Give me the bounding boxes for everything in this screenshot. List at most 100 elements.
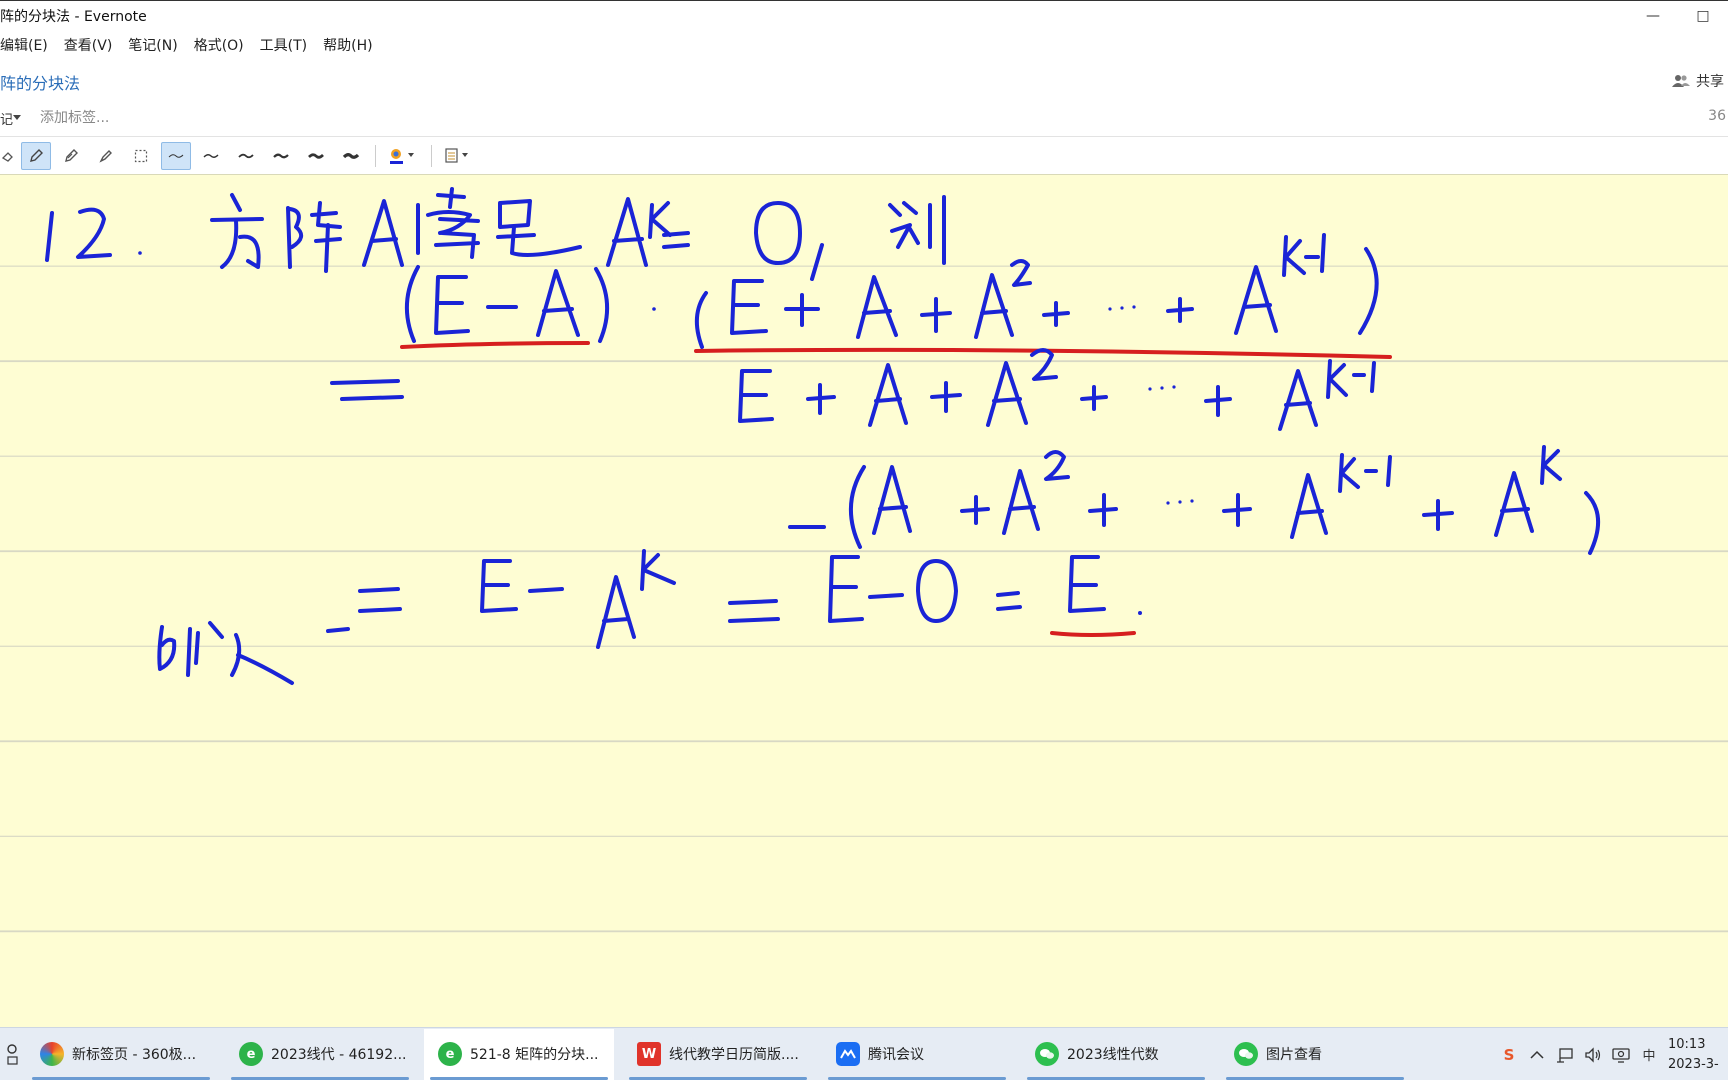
pen-color-picker[interactable] bbox=[382, 142, 422, 170]
stroke-width-3-icon[interactable] bbox=[231, 142, 261, 170]
ink-stroke bbox=[1338, 453, 1392, 493]
taskbar-item-label: 521-8 矩阵的分块... bbox=[470, 1047, 599, 1063]
sogou-ime-icon[interactable]: S bbox=[1496, 1042, 1522, 1068]
ink-stroke bbox=[1010, 259, 1032, 287]
system-clock[interactable]: 10:13 2023-3- bbox=[1662, 1035, 1728, 1075]
ink-stroke bbox=[730, 279, 768, 335]
taskbar-item-wechat-group[interactable]: 2023线性代数 bbox=[1021, 1029, 1211, 1080]
taskbar-item-label: 腾讯会议 bbox=[868, 1047, 924, 1063]
ink-toolbar bbox=[0, 140, 1728, 172]
monitor-icon[interactable] bbox=[1608, 1042, 1634, 1068]
share-button[interactable]: 共享 bbox=[1672, 71, 1724, 91]
ink-stroke bbox=[434, 275, 470, 335]
selection-icon[interactable] bbox=[126, 142, 156, 170]
maximize-button[interactable]: □ bbox=[1678, 1, 1728, 31]
ink-stroke bbox=[606, 197, 648, 267]
ink-stroke bbox=[1166, 297, 1194, 323]
people-icon bbox=[1672, 75, 1690, 87]
menu-view[interactable]: 查看(V) bbox=[64, 35, 113, 55]
ink-stroke bbox=[784, 293, 820, 327]
ink-line-4 bbox=[788, 445, 1601, 555]
tag-input[interactable] bbox=[38, 109, 342, 127]
ink-canvas[interactable] bbox=[0, 175, 1728, 1027]
ink-stroke bbox=[754, 201, 802, 265]
ink-stroke bbox=[157, 625, 177, 671]
ink-stroke bbox=[1222, 493, 1252, 527]
menu-bar: 编辑(E) 查看(V) 笔记(N) 格式(O) 工具(T) 帮助(H) bbox=[0, 30, 1728, 60]
stroke-width-6-icon[interactable] bbox=[336, 142, 366, 170]
taskbar-item-evernote-2023[interactable]: e 2023线代 - 46192... bbox=[225, 1029, 415, 1080]
taskbar: 新标签页 - 360极... e 2023线代 - 46192... e 521… bbox=[0, 1027, 1728, 1080]
lasso-eraser-icon[interactable] bbox=[0, 142, 16, 170]
highlighter-icon[interactable] bbox=[56, 142, 86, 170]
ink-stroke bbox=[496, 199, 582, 257]
taskbar-item-wps[interactable]: W 线代教学日历简版.... bbox=[623, 1029, 813, 1080]
chevron-up-icon[interactable] bbox=[1524, 1042, 1550, 1068]
ink-stroke bbox=[1002, 469, 1040, 535]
ink-stroke bbox=[640, 549, 676, 591]
ink-stroke bbox=[648, 201, 672, 239]
ink-stroke bbox=[1282, 233, 1326, 277]
menu-format[interactable]: 格式(O) bbox=[194, 35, 244, 55]
ink-stroke bbox=[888, 195, 946, 265]
stroke-width-5-icon[interactable] bbox=[301, 142, 331, 170]
network-icon[interactable] bbox=[1552, 1042, 1578, 1068]
notebook-selector[interactable]: 记 bbox=[0, 106, 26, 130]
paper-style-picker[interactable] bbox=[438, 142, 478, 170]
ink-stroke bbox=[1540, 445, 1562, 485]
ink-stroke bbox=[810, 243, 824, 281]
ink-stroke bbox=[45, 211, 54, 262]
ink-line-1 bbox=[45, 187, 946, 281]
ink-stroke bbox=[480, 559, 518, 613]
minimize-button[interactable]: — bbox=[1628, 1, 1678, 31]
stroke-width-2-icon[interactable] bbox=[196, 142, 226, 170]
menu-edit[interactable]: 编辑(E) bbox=[0, 35, 48, 55]
360-browser-icon bbox=[40, 1042, 64, 1066]
ink-stroke bbox=[856, 275, 898, 339]
ink-stroke bbox=[1422, 499, 1454, 531]
stroke-width-1-icon[interactable] bbox=[161, 142, 191, 170]
ink-stroke bbox=[358, 587, 402, 613]
ink-stroke bbox=[1068, 555, 1106, 613]
evernote-icon: e bbox=[438, 1042, 462, 1066]
ink-stroke bbox=[868, 593, 904, 599]
notebook-label: 记 bbox=[0, 112, 14, 128]
taskbar-item-label: 2023线代 - 46192... bbox=[271, 1047, 407, 1063]
red-underline bbox=[1050, 631, 1136, 637]
ink-stroke bbox=[536, 269, 580, 337]
menu-help[interactable]: 帮助(H) bbox=[323, 35, 372, 55]
menu-note[interactable]: 笔记(N) bbox=[128, 35, 177, 55]
toolbar-separator bbox=[431, 145, 432, 167]
search-icon[interactable] bbox=[0, 1028, 26, 1081]
ime-zh-icon[interactable]: 中 bbox=[1636, 1042, 1662, 1068]
taskbar-item-tencent-meeting[interactable]: 腾讯会议 bbox=[822, 1029, 1012, 1080]
ink-dot bbox=[138, 251, 142, 255]
ink-stroke bbox=[1278, 369, 1318, 431]
pen-icon[interactable] bbox=[21, 142, 51, 170]
volume-icon[interactable] bbox=[1580, 1042, 1606, 1068]
ink-stroke bbox=[872, 465, 912, 535]
menu-tools[interactable]: 工具(T) bbox=[260, 35, 307, 55]
ink-stroke bbox=[828, 555, 864, 623]
wps-icon: W bbox=[637, 1042, 661, 1066]
ink-stroke bbox=[1358, 247, 1379, 335]
tencent-meeting-icon bbox=[836, 1042, 860, 1066]
taskbar-item-evernote-active[interactable]: e 521-8 矩阵的分块... bbox=[424, 1028, 614, 1080]
ink-line-5 bbox=[358, 549, 1142, 649]
paper-style-icon bbox=[445, 148, 468, 163]
ink-stroke bbox=[1290, 473, 1328, 539]
window-controls: — □ bbox=[1628, 1, 1728, 31]
taskbar-item-image-viewer[interactable]: 图片查看 bbox=[1220, 1029, 1410, 1080]
taskbar-item-label: 图片查看 bbox=[1266, 1047, 1322, 1063]
ink-stroke bbox=[916, 559, 958, 623]
ink-stroke bbox=[986, 361, 1028, 427]
taskbar-item-360-browser[interactable]: 新标签页 - 360极... bbox=[26, 1029, 216, 1080]
eraser-icon[interactable] bbox=[91, 142, 121, 170]
clock-time: 10:13 bbox=[1668, 1036, 1706, 1052]
ink-stroke bbox=[1234, 265, 1278, 335]
stroke-width-4-icon[interactable] bbox=[266, 142, 296, 170]
ink-stroke bbox=[1030, 348, 1058, 381]
ink-dot bbox=[652, 307, 656, 311]
note-title[interactable]: 阵的分块法 bbox=[0, 70, 80, 94]
ink-stroke bbox=[1584, 491, 1601, 555]
